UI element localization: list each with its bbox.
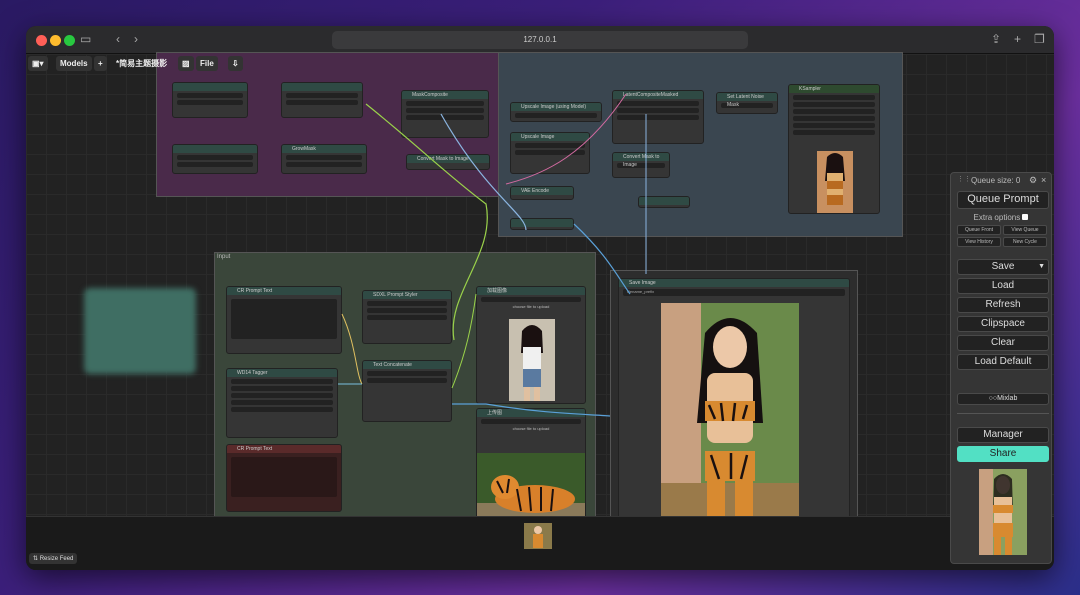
panel-preview-image	[979, 469, 1027, 555]
load-default-button[interactable]: Load Default	[957, 354, 1049, 370]
queue-size: Queue size: 0	[971, 176, 1021, 185]
sidebar-icon[interactable]: ▭	[80, 32, 91, 46]
add-button[interactable]: +	[94, 56, 107, 71]
new-tab-icon[interactable]: +	[1014, 32, 1021, 46]
models-button[interactable]: Models	[56, 56, 92, 71]
minimize-window-button[interactable]	[50, 35, 61, 46]
workflow-title: *简易主题摄影	[116, 59, 168, 68]
extra-options-checkbox[interactable]	[1022, 214, 1029, 220]
browser-window: ▭ ‹ › 127.0.0.1 ⇪ + ❐ Input GrowMask Mas…	[26, 26, 1054, 570]
close-window-button[interactable]	[36, 35, 47, 46]
resize-feed-button[interactable]: ⇅ Resize Feed	[29, 553, 78, 564]
panel-divider	[957, 413, 1049, 414]
view-history-button[interactable]: View History	[957, 237, 1001, 247]
node-wires	[338, 93, 647, 417]
zoom-window-button[interactable]	[64, 35, 75, 46]
view-queue-button[interactable]: View Queue	[1003, 225, 1047, 235]
image-icon[interactable]: ▨	[178, 56, 194, 71]
mixlab-button[interactable]: ○○Mixlab	[957, 393, 1049, 405]
share-icon[interactable]: ⇪	[991, 32, 1001, 46]
extra-options-label: Extra options	[951, 213, 1051, 222]
load-button[interactable]: Load	[957, 278, 1049, 294]
clear-button[interactable]: Clear	[957, 335, 1049, 351]
mixlab-label: Mixlab	[997, 395, 1018, 402]
node-canvas[interactable]: Input GrowMask MaskComposite Convert Mas…	[26, 52, 1054, 570]
back-icon[interactable]: ‹	[116, 32, 120, 46]
queue-panel: ⋮⋮ Queue size: 0 ⚙ × Queue Prompt Extra …	[950, 172, 1052, 564]
save-button[interactable]: Save ▼	[957, 259, 1049, 275]
image-feed: ⇅ Resize Feed	[26, 516, 1054, 570]
save-dropdown-icon[interactable]: ▼	[1038, 260, 1045, 274]
refresh-button[interactable]: Refresh	[957, 297, 1049, 313]
address-bar[interactable]: 127.0.0.1	[332, 31, 748, 49]
close-panel-icon[interactable]: ×	[1041, 175, 1046, 185]
download-icon[interactable]: ⇩	[228, 56, 243, 71]
forward-icon[interactable]: ›	[134, 32, 138, 46]
mixlab-icon: ○○	[988, 395, 998, 402]
workflow-icon[interactable]: ▣▾	[28, 56, 48, 71]
drag-handle-icon[interactable]: ⋮⋮	[957, 175, 971, 183]
share-button[interactable]: Share	[957, 446, 1049, 462]
file-menu[interactable]: File	[196, 56, 218, 71]
clipspace-button[interactable]: Clipspace	[957, 316, 1049, 332]
new-cycle-button[interactable]: New Cycle	[1003, 237, 1047, 247]
settings-gear-icon[interactable]: ⚙	[1029, 175, 1037, 186]
comfy-menubar: ▣▾ Models + *简易主题摄影 ▨ File ⇩	[26, 54, 1054, 74]
resize-feed-label: Resize Feed	[39, 556, 74, 562]
queue-front-button[interactable]: Queue Front	[957, 225, 1001, 235]
tabs-icon[interactable]: ❐	[1034, 32, 1045, 46]
queue-prompt-button[interactable]: Queue Prompt	[957, 191, 1049, 209]
manager-button[interactable]: Manager	[957, 427, 1049, 443]
extra-options-text: Extra options	[973, 213, 1021, 222]
feed-thumbnail[interactable]	[524, 523, 552, 549]
browser-titlebar: ▭ ‹ › 127.0.0.1 ⇪ + ❐	[26, 26, 1054, 54]
save-label: Save	[991, 261, 1015, 272]
